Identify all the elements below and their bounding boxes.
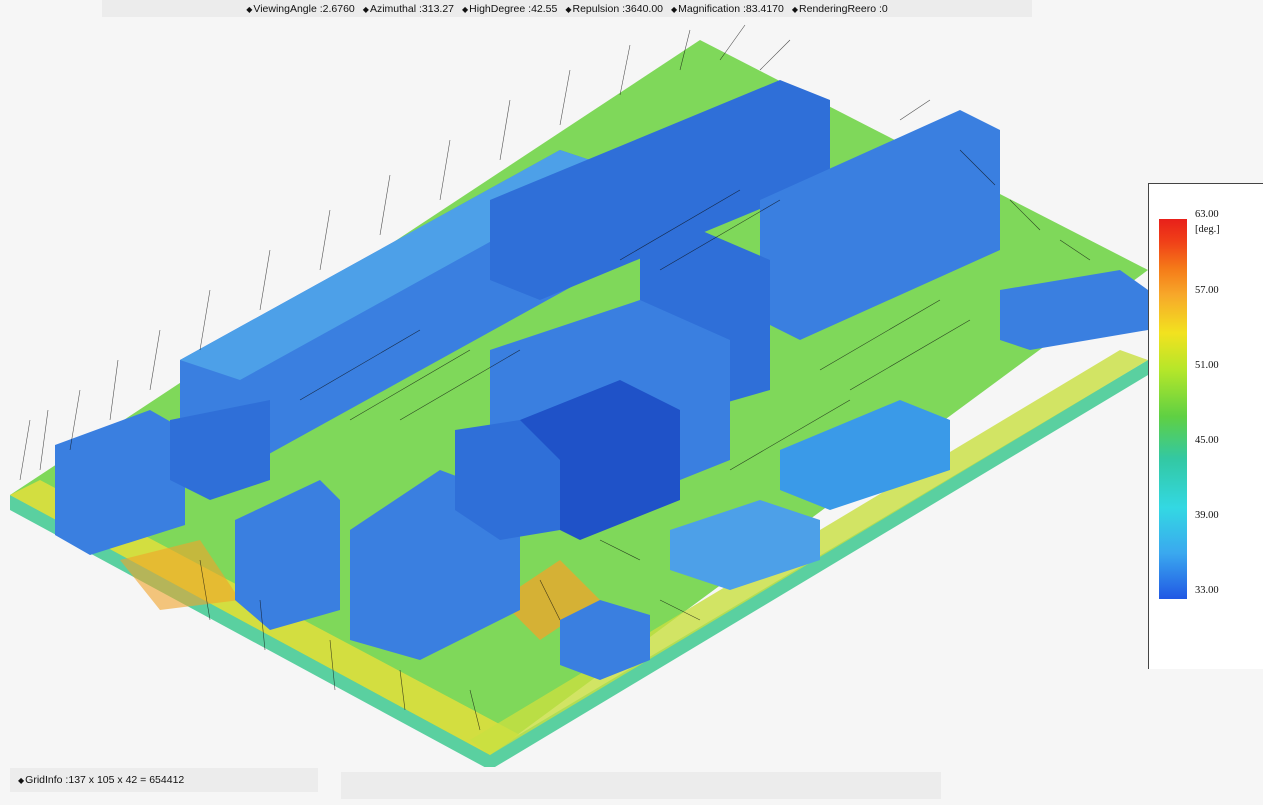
param-viewing-angle: ◆ViewingAngle :2.6760 [246,2,355,15]
legend-tick: 39.00 [1195,510,1219,521]
param-repulsion: ◆Repulsion :3640.00 [565,2,664,15]
legend-tick: 51.00 [1195,360,1219,371]
color-scale-bar [1159,219,1187,599]
bottom-status-area [341,772,941,799]
param-rendering-reero: ◆RenderingReero :0 [791,2,888,15]
legend-tick-max: 63.00 [1195,209,1219,220]
legend-tick: 57.00 [1195,285,1219,296]
grid-info: ◆ GridInfo :137 x 105 x 42 = 654412 [10,768,318,792]
color-legend: 63.00 [deg.] 57.00 51.00 45.00 39.00 33.… [1148,183,1263,669]
legend-tick: 45.00 [1195,435,1219,446]
param-azimuthal: ◆Azimuthal :313.27 [362,2,455,15]
3d-viewport[interactable] [0,17,1148,767]
legend-tick-min: 33.00 [1195,585,1219,596]
param-magnification: ◆Magnification :83.4170 [671,2,784,15]
legend-unit: [deg.] [1195,224,1220,235]
param-high-degree: ◆HighDegree :42.55 [462,2,558,15]
parameter-bar: ◆ViewingAngle :2.6760 ◆Azimuthal :313.27… [102,0,1032,17]
